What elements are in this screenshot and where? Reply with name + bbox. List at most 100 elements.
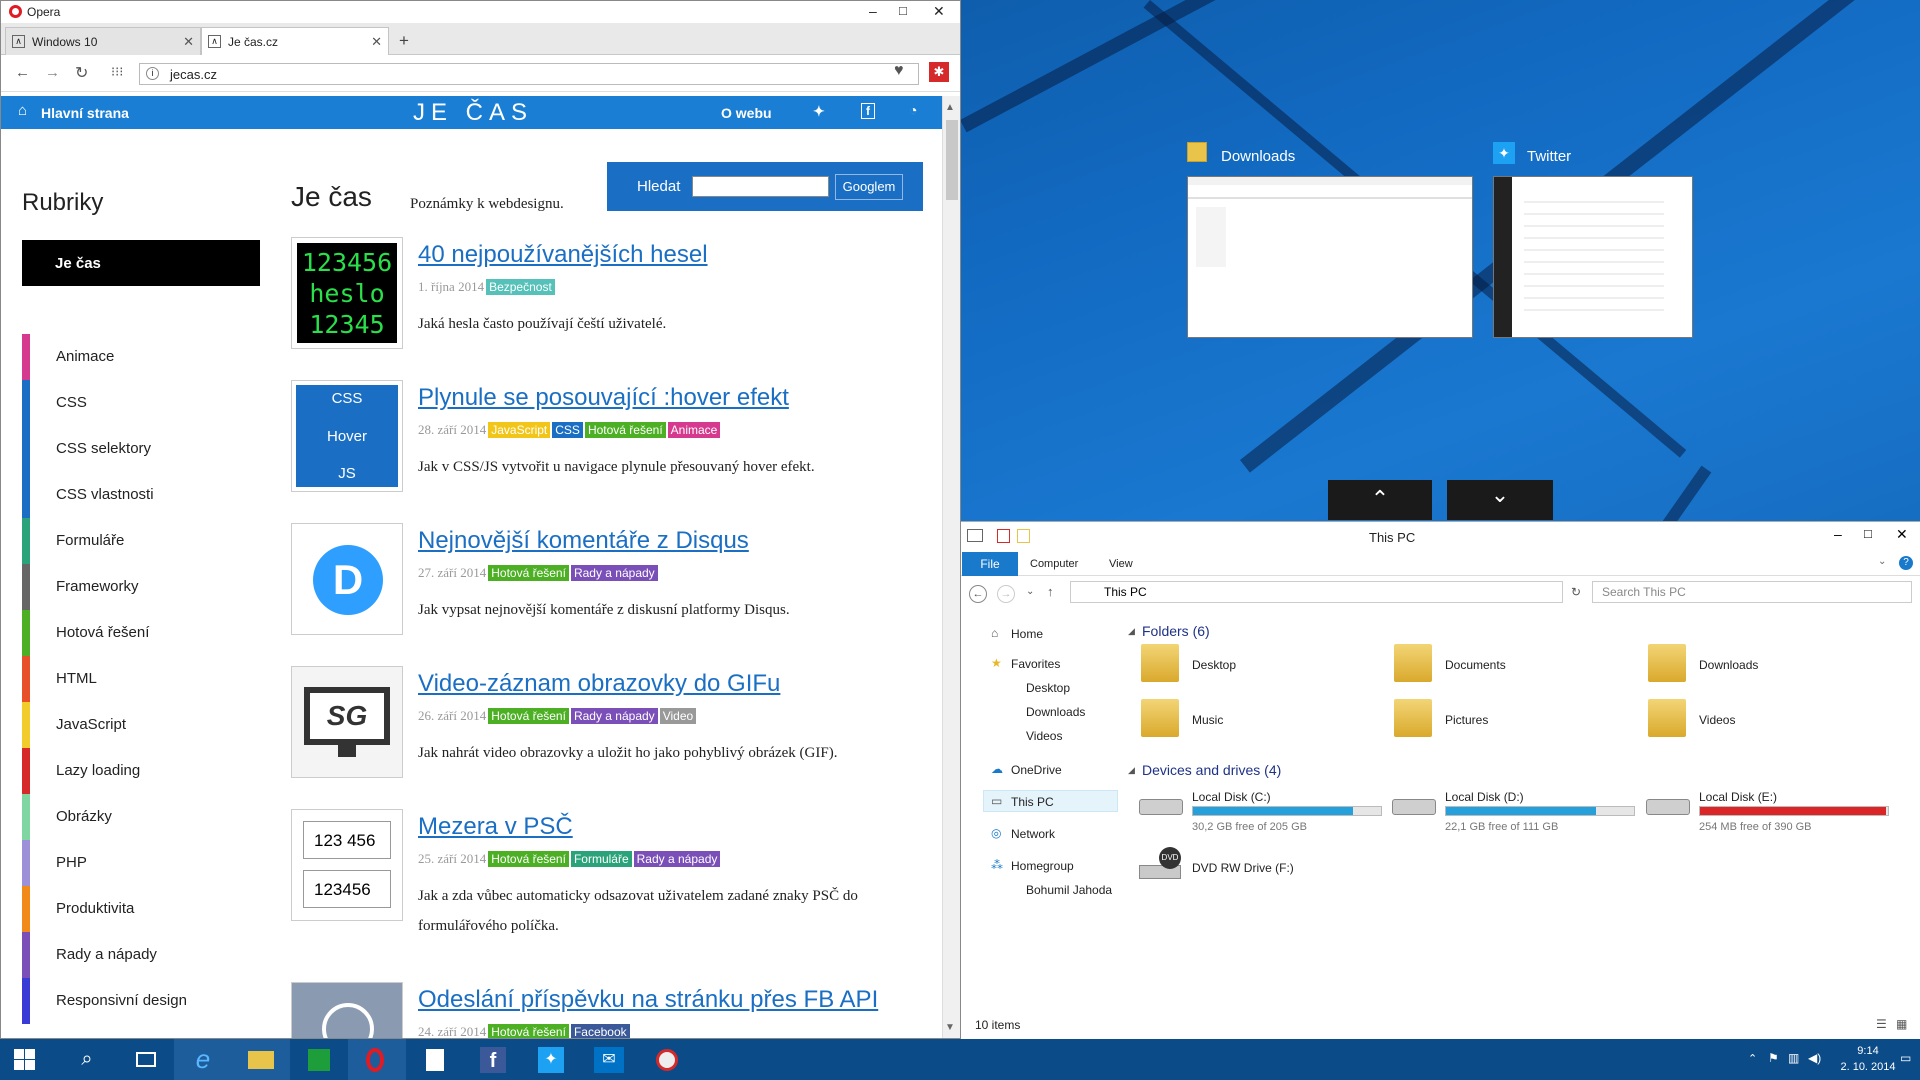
store-icon[interactable] [290, 1039, 348, 1080]
document-icon[interactable] [406, 1039, 464, 1080]
folder-item[interactable]: Desktop [1192, 658, 1236, 672]
task-view-icon[interactable] [116, 1039, 174, 1080]
article-title-link[interactable]: Video-záznam obrazovky do GIFu [418, 670, 780, 698]
nav-downloads[interactable]: Downloads [1026, 705, 1085, 719]
article-title-link[interactable]: Odeslání příspěvku na stránku přes FB AP… [418, 986, 878, 1014]
tag-badge[interactable]: Video [659, 708, 697, 724]
minimize-button[interactable]: – [1834, 526, 1842, 542]
scroll-thumb[interactable] [946, 120, 958, 200]
help-icon[interactable]: ? [1899, 556, 1913, 570]
nav-home[interactable]: Home [1011, 627, 1043, 641]
recent-locations-icon[interactable]: ⌄ [1026, 586, 1034, 597]
ribbon-tab-view[interactable]: View [1109, 558, 1133, 570]
refresh-icon[interactable]: ↻ [1571, 585, 1581, 599]
tag-badge[interactable]: Hotová řešení [488, 1024, 569, 1038]
facebook-icon[interactable]: f [861, 103, 875, 119]
drive-name[interactable]: Local Disk (E:) [1699, 790, 1777, 804]
volume-icon[interactable]: ◀) [1808, 1051, 1821, 1065]
new-tab-button[interactable]: + [399, 31, 409, 51]
collapse-icon[interactable]: ◢ [1128, 626, 1135, 637]
article-thumbnail[interactable] [291, 982, 403, 1038]
tag-badge[interactable]: Formuláře [570, 851, 632, 867]
ribbon-tab-file[interactable]: File [962, 552, 1018, 576]
ribbon-expand-icon[interactable]: ⌄ [1878, 556, 1886, 567]
dvd-drive-label[interactable]: DVD RW Drive (F:) [1192, 861, 1294, 875]
sidebar-item-active[interactable]: Je čas [22, 240, 260, 286]
folders-header[interactable]: Folders (6) [1142, 623, 1210, 639]
opera-taskbar-icon[interactable] [348, 1039, 406, 1080]
site-logo[interactable]: JE ČAS [413, 99, 533, 127]
close-tab-icon[interactable]: ✕ [371, 34, 382, 50]
start-button[interactable] [0, 1039, 58, 1080]
url-input[interactable]: i jecas.cz [139, 63, 919, 85]
search-icon[interactable]: ⌕ [58, 1039, 116, 1080]
sidebar-item[interactable]: Hotová řešení [22, 610, 242, 656]
collapse-icon[interactable]: ◢ [1128, 765, 1135, 776]
sidebar-item[interactable]: PHP [22, 840, 242, 886]
nav-onedrive[interactable]: OneDrive [1011, 763, 1062, 777]
article-title-link[interactable]: Mezera v PSČ [418, 813, 573, 841]
speed-dial-icon[interactable]: ⁝⁝⁝ [111, 64, 123, 80]
back-icon[interactable]: ← [969, 585, 987, 603]
scroll-down-icon[interactable]: ▼ [945, 1022, 955, 1033]
tag-badge[interactable]: Hotová řešení [488, 565, 569, 581]
flag-icon[interactable]: ⚑ [1768, 1051, 1779, 1065]
maximize-button[interactable]: □ [899, 3, 907, 18]
folder-item[interactable]: Downloads [1699, 658, 1758, 672]
tag-badge[interactable]: CSS [552, 422, 583, 438]
notifications-icon[interactable]: ▭ [1900, 1051, 1911, 1065]
nav-thispc[interactable]: This PC [1011, 795, 1054, 809]
forward-icon[interactable]: → [45, 64, 60, 81]
close-button[interactable]: ✕ [933, 3, 945, 20]
properties-icon[interactable] [997, 529, 1010, 543]
show-hidden-icons[interactable]: ⌃ [1748, 1052, 1757, 1065]
nav-desktop[interactable]: Desktop [1026, 681, 1070, 695]
scroll-down-button[interactable]: ⌄ [1447, 480, 1553, 520]
nav-user[interactable]: Bohumil Jahoda [1026, 883, 1112, 897]
sidebar-item[interactable]: Formuláře [22, 518, 242, 564]
article-thumbnail[interactable]: SG [291, 666, 403, 778]
article-title-link[interactable]: Plynule se posouvající :hover efekt [418, 384, 789, 412]
drives-header[interactable]: Devices and drives (4) [1142, 762, 1281, 778]
network-status-icon[interactable]: ▥ [1788, 1051, 1799, 1065]
forward-icon[interactable]: → [997, 585, 1015, 603]
large-icons-view-icon[interactable]: ▦ [1896, 1017, 1907, 1031]
nav-network[interactable]: Network [1011, 827, 1055, 841]
tag-badge[interactable]: JavaScript [488, 422, 551, 438]
address-input[interactable]: This PC [1070, 581, 1563, 603]
sidebar-item[interactable]: Obrázky [22, 794, 242, 840]
twitter-icon[interactable]: ✦ [522, 1039, 580, 1080]
scroll-up-button[interactable]: ⌃ [1328, 480, 1432, 520]
sidebar-item[interactable]: Frameworky [22, 564, 242, 610]
facebook-icon[interactable]: f [464, 1039, 522, 1080]
tag-badge[interactable]: Rady a nápady [570, 708, 658, 724]
tag-badge[interactable]: Facebook [570, 1024, 630, 1038]
minimize-button[interactable]: – [869, 3, 877, 19]
folder-item[interactable]: Videos [1699, 713, 1735, 727]
tag-badge[interactable]: Animace [667, 422, 721, 438]
sidebar-item[interactable]: JavaScript [22, 702, 242, 748]
new-folder-icon[interactable] [1017, 529, 1030, 543]
tag-badge[interactable]: Bezpečnost [486, 279, 555, 295]
tag-badge[interactable]: Rady a nápady [633, 851, 721, 867]
close-button[interactable]: ✕ [1896, 526, 1908, 543]
article-title-link[interactable]: 40 nejpoužívanějších hesel [418, 241, 708, 269]
nav-favorites[interactable]: Favorites [1011, 657, 1060, 671]
nav-about-link[interactable]: O webu [721, 105, 772, 121]
details-view-icon[interactable]: ☰ [1876, 1017, 1887, 1031]
scroll-up-icon[interactable]: ▲ [945, 102, 955, 113]
sidebar-item[interactable]: Produktivita [22, 886, 242, 932]
folder-item[interactable]: Music [1192, 713, 1223, 727]
page-scrollbar[interactable]: ▲ ▼ [942, 96, 960, 1038]
tab-jecas[interactable]: ∧ Je čas.cz ✕ [201, 27, 389, 55]
clock-time[interactable]: 9:14 [1838, 1045, 1898, 1057]
nav-homegroup[interactable]: Homegroup [1011, 859, 1074, 873]
extension-icon[interactable]: ✱ [929, 62, 949, 82]
clock-date[interactable]: 2. 10. 2014 [1838, 1061, 1898, 1073]
sidebar-item[interactable]: Lazy loading [22, 748, 242, 794]
sidebar-item[interactable]: Responsivní design [22, 978, 242, 1024]
back-icon[interactable]: ← [15, 64, 30, 81]
twitter-icon[interactable]: ✦ [813, 103, 825, 120]
sidebar-item[interactable]: Animace [22, 334, 242, 380]
tag-badge[interactable]: Rady a nápady [570, 565, 658, 581]
